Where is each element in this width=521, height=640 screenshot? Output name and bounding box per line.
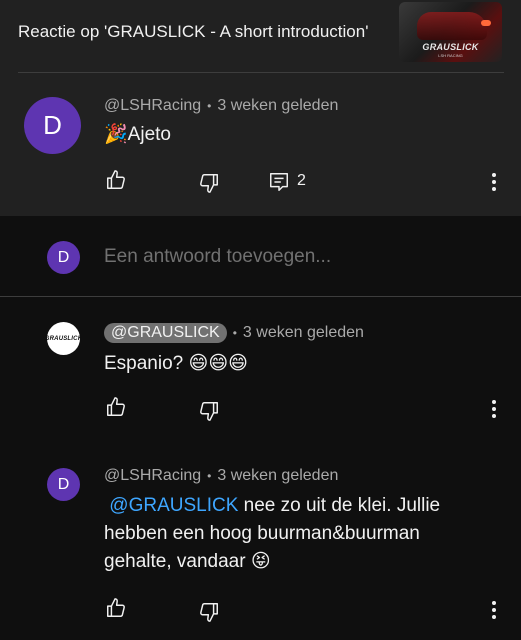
dislike-icon[interactable] [198, 172, 220, 194]
timestamp: 3 weken geleden [217, 97, 339, 114]
car-graphic [417, 12, 487, 40]
reply-text: @GRAUSLICK nee zo uit de klei. Jullie he… [104, 492, 514, 576]
separator-dot: • [207, 99, 212, 113]
separator-dot: • [207, 469, 212, 483]
video-thumbnail[interactable]: GRAUSLICK LSH RACING [399, 2, 502, 62]
channel-avatar[interactable]: GRAUSLICK [45, 322, 82, 355]
reply-meta: @GRAUSLICK • 3 weken geleden [104, 323, 364, 343]
separator-dot: • [232, 326, 237, 340]
avatar[interactable]: D [47, 468, 80, 501]
more-vert-icon[interactable] [488, 398, 500, 420]
comment-header-section: Reactie op 'GRAUSLICK - A short introduc… [0, 0, 521, 216]
like-icon[interactable] [105, 597, 127, 619]
reply-meta: @LSHRacing • 3 weken geleden [104, 467, 338, 485]
dislike-icon[interactable] [198, 400, 220, 422]
thumbnail-brand: GRAUSLICK [422, 42, 479, 52]
author-name[interactable]: @LSHRacing [104, 97, 201, 115]
reply-icon[interactable] [268, 171, 290, 193]
timestamp: 3 weken geleden [242, 324, 364, 341]
author-name[interactable]: @LSHRacing [104, 467, 201, 485]
reply-text: Espanio? 😄😄😄 [104, 353, 248, 374]
reply-line-1-text: nee zo uit de klei. Jullie [238, 495, 441, 516]
author-chip[interactable]: @GRAUSLICK [104, 323, 227, 343]
reply-input[interactable]: Een antwoord toevoegen... [104, 246, 331, 268]
reply-count: 2 [297, 172, 306, 189]
comment-body: Ajeto [127, 124, 171, 145]
reply-line-1: @GRAUSLICK nee zo uit de klei. Jullie [104, 492, 514, 520]
like-icon[interactable] [105, 169, 127, 191]
reply-line-3: gehalte, vandaar 😝 [104, 551, 271, 572]
more-vert-icon[interactable] [488, 599, 500, 621]
divider [18, 72, 504, 73]
dislike-icon[interactable] [198, 601, 220, 623]
headlight-graphic [481, 20, 491, 26]
page-title: Reactie op 'GRAUSLICK - A short introduc… [18, 22, 369, 41]
thumbnail-subtitle: LSH RACING [438, 53, 463, 58]
avatar[interactable]: D [24, 97, 81, 154]
comment-text: 🎉Ajeto [104, 121, 171, 149]
comment-meta: @LSHRacing • 3 weken geleden [104, 97, 338, 115]
mention-link[interactable]: @GRAUSLICK [109, 495, 238, 516]
more-vert-icon[interactable] [488, 171, 500, 193]
timestamp: 3 weken geleden [217, 467, 339, 484]
current-user-avatar: D [47, 241, 80, 274]
like-icon[interactable] [105, 396, 127, 418]
party-popper-emoji: 🎉 [104, 124, 128, 145]
reply-line-2: hebben een hoog buurman&buurman [104, 523, 420, 544]
divider [0, 296, 521, 297]
